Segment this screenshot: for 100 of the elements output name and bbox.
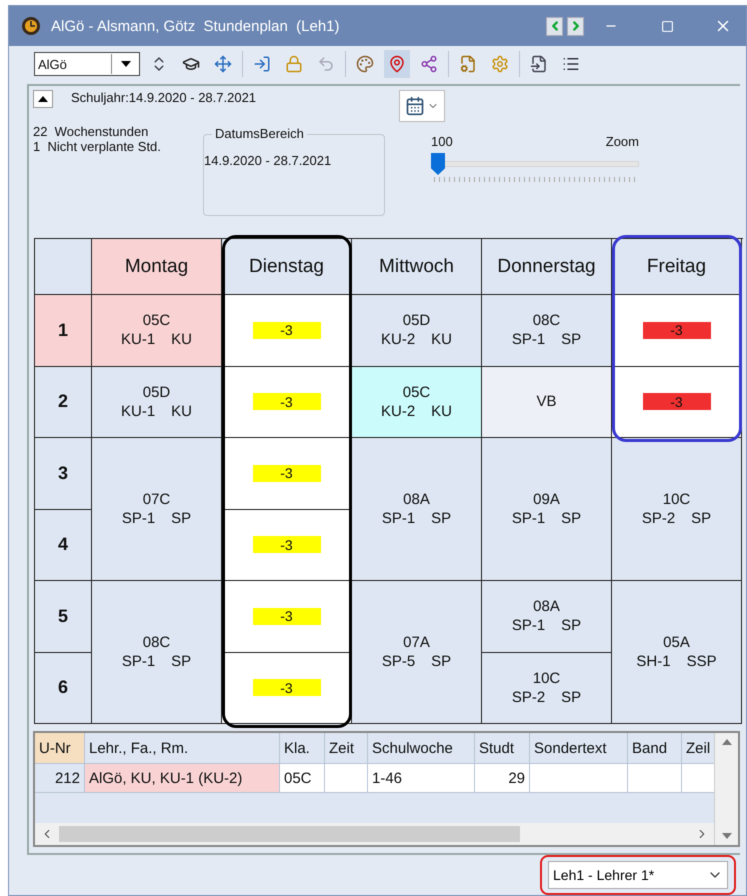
horizontal-scrollbar[interactable]	[35, 823, 714, 845]
class-label: 05A	[663, 634, 690, 651]
class-label: 05C	[142, 312, 170, 330]
next-button[interactable]	[567, 16, 584, 36]
timetable-cell[interactable]: 08A SP-1 SP	[352, 438, 482, 581]
table-cell: AlGö, KU, KU-1 (KU-2)	[85, 764, 280, 793]
timetable-cell[interactable]: 09A SP-1 SP	[482, 438, 612, 581]
undo-icon	[317, 55, 335, 73]
timetable-cell[interactable]: 08C SP-1 SP	[92, 581, 222, 724]
subject-label: KU	[171, 331, 192, 348]
timetable-cell[interactable]: 05C KU-1 KU	[92, 295, 222, 366]
table-cell: 29	[475, 764, 530, 793]
day-header: Freitag	[612, 239, 742, 295]
timetable-cell[interactable]: 05D KU-1 KU	[92, 366, 222, 438]
caret-icon	[120, 61, 130, 67]
group-label: KU-2	[380, 402, 416, 420]
subject-label: SP	[561, 688, 582, 706]
column-header: Band	[628, 733, 682, 764]
up-arrow-icon	[722, 739, 732, 745]
timetable-cell[interactable]: -3	[222, 652, 352, 724]
table-cell: 1-46	[368, 764, 475, 793]
timetable-cell[interactable]: 05D KU-2 KU	[352, 295, 482, 366]
group-label: SP-2	[642, 510, 676, 527]
group-label: SP-1	[512, 331, 546, 348]
class-label: 10C	[532, 670, 560, 687]
school-year-text: Schuljahr:14.9.2020 - 28.7.2021	[71, 90, 256, 107]
timetable-cell[interactable]: 05C KU-2 KU	[352, 366, 482, 438]
period-header: 1	[35, 295, 92, 366]
timetable-cell[interactable]: -3	[222, 295, 352, 366]
subject-label: SP	[431, 653, 452, 670]
file-import-icon	[530, 55, 548, 73]
palette-icon	[356, 55, 374, 73]
timetable-cell[interactable]: 07C SP-1 SP	[92, 438, 222, 581]
group-label: SH-1	[636, 653, 671, 670]
timetable-cell[interactable]: 08C SP-1 SP	[482, 295, 612, 366]
element-combo[interactable]: AlGö	[34, 52, 140, 76]
share-icon	[420, 55, 438, 73]
view-select[interactable]: Leh1 - Lehrer 1*	[548, 861, 728, 889]
lock-icon	[285, 55, 303, 73]
timetable-cell[interactable]: 05A SH-1 SSP	[612, 581, 742, 724]
group-label: KU-1	[120, 402, 156, 420]
timetable-cell[interactable]: -3	[222, 581, 352, 652]
scrollbar-thumb[interactable]	[59, 826, 520, 842]
move-icon	[214, 55, 232, 73]
column-header: Studt	[475, 733, 530, 764]
absence-bar: -3	[642, 322, 710, 339]
timetable-cell[interactable]: -3	[222, 438, 352, 510]
table-cell: 212	[35, 764, 85, 793]
subject-label: KU	[431, 402, 452, 420]
subject-label: KU	[171, 402, 192, 420]
timetable-cell[interactable]: VB	[482, 366, 612, 438]
graduation-cap-icon	[182, 55, 200, 73]
zoom-value: 100	[431, 134, 453, 149]
group-label: SP-1	[512, 617, 546, 634]
absence-bar: -3	[252, 536, 320, 554]
zoom-label: Zoom	[606, 134, 639, 149]
timetable-cell[interactable]: -3	[222, 366, 352, 438]
timetable-cell[interactable]: -3	[612, 295, 742, 366]
class-label: 08C	[142, 634, 170, 651]
period-header: 2	[35, 366, 92, 438]
calendar-icon	[405, 96, 425, 116]
subject-label: SP	[431, 510, 452, 527]
class-label: 08A	[403, 491, 430, 508]
period-header: 5	[35, 581, 92, 652]
absence-bar: -3	[252, 464, 320, 482]
subject-label: KU	[431, 331, 452, 348]
timetable-cell[interactable]: -3	[222, 510, 352, 581]
timetable-cell[interactable]: 08A SP-1 SP	[482, 581, 612, 652]
group-label: SP-1	[122, 653, 156, 670]
group-label: SP-1	[122, 510, 156, 527]
timetable-cell[interactable]: 10C SP-2 SP	[482, 652, 612, 724]
slider-thumb[interactable]	[431, 153, 445, 175]
settings-icon	[491, 55, 509, 73]
timetable-cell[interactable]: 10C SP-2 SP	[612, 438, 742, 581]
group-label: SP-1	[382, 510, 416, 527]
clock-icon	[21, 16, 41, 36]
vertical-scrollbar[interactable]	[714, 733, 738, 845]
zoom-slider[interactable]	[431, 153, 639, 175]
group-legend: DatumsBereich	[212, 126, 307, 141]
down-arrow-icon	[722, 833, 732, 839]
column-header: U-Nr	[35, 733, 85, 764]
calendar-button[interactable]	[399, 90, 445, 122]
window-title: AlGö - Alsmann, Götz Stundenplan (Leh1)	[51, 18, 340, 34]
column-header: Schulwoche	[368, 733, 475, 764]
timetable-cell[interactable]: 07A SP-5 SP	[352, 581, 482, 724]
subject-label: SP	[561, 617, 582, 634]
class-label: 08C	[532, 312, 560, 330]
group-label: SP-1	[512, 510, 546, 527]
weekly-hours-text: 22 Wochenstunden	[33, 124, 150, 139]
absence-bar: -3	[252, 322, 320, 339]
group-label: SP-2	[512, 688, 546, 706]
list-icon	[562, 55, 580, 73]
previous-button[interactable]	[546, 16, 563, 36]
column-header: Sondertext	[530, 733, 628, 764]
timetable-cell[interactable]: -3	[612, 366, 742, 438]
column-header: Zeit	[325, 733, 368, 764]
table-cell: 05C	[280, 764, 325, 793]
collapse-button[interactable]	[33, 90, 53, 108]
absence-bar: -3	[252, 393, 320, 410]
group-label: KU-2	[380, 331, 416, 348]
